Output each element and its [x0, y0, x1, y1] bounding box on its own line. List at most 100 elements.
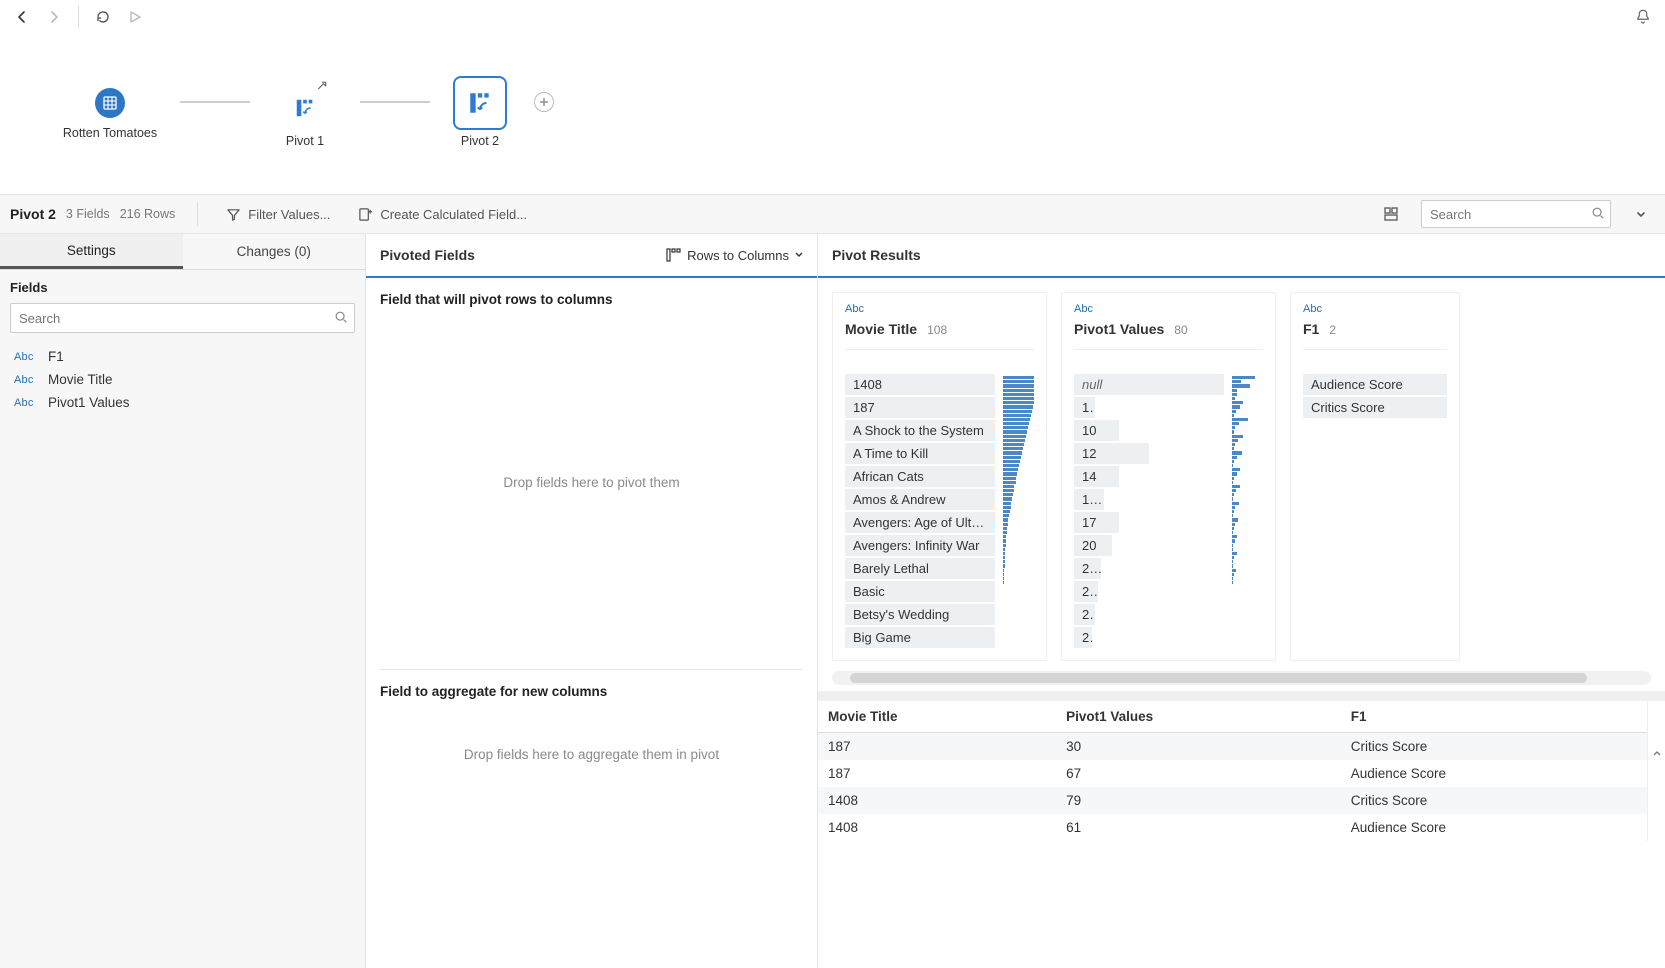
card-field-name: Pivot1 Values [1074, 321, 1164, 337]
field-name: Movie Title [48, 372, 113, 387]
table-cell: Critics Score [1341, 787, 1648, 814]
card-value-item[interactable]: Avengers: Age of Ultron [845, 512, 995, 533]
field-name: F1 [48, 349, 64, 364]
datasource-icon [95, 88, 125, 118]
card-value-item[interactable]: 15 [1074, 489, 1104, 510]
flow-connector [360, 101, 430, 103]
card-value-item[interactable]: 14 [1074, 466, 1119, 487]
card-value-item[interactable]: 187 [845, 397, 995, 418]
card-field-name: F1 [1303, 321, 1319, 337]
cards-horizontal-scrollbar[interactable] [832, 671, 1651, 685]
type-abc-icon: Abc [845, 303, 1034, 315]
notifications-button[interactable] [1629, 3, 1657, 31]
action-bar-divider [197, 202, 198, 226]
create-calc-label: Create Calculated Field... [380, 207, 527, 222]
result-card[interactable]: Abc F1 2 Audience ScoreCritics Score [1290, 292, 1460, 661]
table-header[interactable]: Movie Title [818, 701, 1056, 733]
results-search-input[interactable] [1421, 200, 1611, 228]
results-cards-row: Abc Movie Title108 1408187A Shock to the S… [818, 278, 1665, 669]
sidebar: Settings Changes (0) Fields AbcF1 AbcMov… [0, 234, 366, 968]
card-value-item[interactable]: A Time to Kill [845, 443, 995, 464]
card-value-item[interactable]: 1 [1074, 397, 1095, 418]
card-value-item[interactable]: 22 [1074, 581, 1098, 602]
card-value-item[interactable]: Amos & Andrew [845, 489, 995, 510]
dropzone-hint: Drop fields here to pivot them [503, 475, 679, 490]
flow-node-source[interactable]: Rotten Tomatoes [40, 88, 180, 141]
field-item[interactable]: AbcPivot1 Values [12, 391, 353, 414]
pivoted-fields-title: Pivoted Fields [380, 247, 475, 263]
back-button[interactable] [8, 3, 36, 31]
card-value-item[interactable]: 17 [1074, 512, 1119, 533]
filter-icon [226, 207, 241, 222]
card-value-item[interactable]: 12 [1074, 443, 1149, 464]
forward-button[interactable] [40, 3, 68, 31]
top-toolbar [0, 0, 1665, 34]
table-cell: Critics Score [1341, 733, 1648, 761]
field-item[interactable]: AbcMovie Title [12, 368, 353, 391]
table-cell: Audience Score [1341, 814, 1648, 841]
table-header[interactable]: Pivot1 Values [1056, 701, 1341, 733]
table-header[interactable]: F1 [1341, 701, 1648, 733]
type-abc-icon: Abc [14, 397, 38, 409]
calc-field-icon [358, 207, 373, 222]
create-calculated-field-button[interactable]: Create Calculated Field... [352, 203, 533, 226]
view-toggle-button[interactable] [1377, 202, 1405, 226]
card-value-item[interactable]: Basic [845, 581, 995, 602]
card-value-item[interactable]: Big Game [845, 627, 995, 648]
card-title: Movie Title108 [845, 321, 1034, 350]
card-value-item[interactable]: 10 [1074, 420, 1119, 441]
fields-search-input[interactable] [10, 303, 355, 333]
run-flow-button[interactable] [121, 3, 149, 31]
table-row[interactable]: 140861Audience Score [818, 814, 1647, 841]
card-title: Pivot1 Values80 [1074, 321, 1263, 350]
flow-node-pivot1[interactable]: Pivot 1 [250, 80, 360, 149]
fields-heading: Fields [10, 280, 355, 295]
tab-settings[interactable]: Settings [0, 234, 183, 269]
flow-canvas[interactable]: Rotten Tomatoes Pivot 1 Pivot 2 [0, 34, 1665, 194]
card-value-item[interactable]: Betsy's Wedding [845, 604, 995, 625]
card-value-count: 2 [1329, 323, 1336, 337]
results-search [1421, 200, 1611, 228]
field-item[interactable]: AbcF1 [12, 345, 353, 368]
rows-count: 216 Rows [120, 207, 176, 221]
collapse-toggle[interactable] [1627, 204, 1655, 224]
pivot-agg-dropzone[interactable]: Drop fields here to aggregate them in pi… [380, 709, 803, 799]
card-value-item[interactable]: 23 [1074, 604, 1095, 625]
table-row[interactable]: 140879Critics Score [818, 787, 1647, 814]
type-abc-icon: Abc [1303, 303, 1447, 315]
table-cell: Audience Score [1341, 760, 1648, 787]
pivot-results-panel: Pivot Results AbcMovie Title1081408187A … [818, 234, 1665, 968]
tab-changes[interactable]: Changes (0) [183, 234, 366, 269]
card-value-item[interactable]: Barely Lethal [845, 558, 995, 579]
pivot-rows-dropzone[interactable]: Drop fields here to pivot them [380, 317, 803, 647]
table-row[interactable]: 18767Audience Score [818, 760, 1647, 787]
result-card[interactable]: AbcPivot1 Values80null110121415172021222… [1061, 292, 1276, 661]
card-title: F1 2 [1303, 321, 1447, 350]
distribution-sparkline [1232, 374, 1263, 650]
add-step-button[interactable] [534, 92, 554, 112]
refresh-button[interactable] [89, 3, 117, 31]
table-row[interactable]: 18730Critics Score [818, 733, 1647, 761]
card-value-item[interactable]: Critics Score [1303, 397, 1447, 418]
filter-values-label: Filter Values... [248, 207, 330, 222]
table-vertical-scrollbar[interactable] [1647, 701, 1665, 841]
card-value-item[interactable]: 20 [1074, 535, 1112, 556]
result-card[interactable]: Abc Movie Title108 1408187A Shock to the S… [832, 292, 1047, 661]
card-value-item[interactable]: 21 [1074, 558, 1101, 579]
filter-values-button[interactable]: Filter Values... [220, 203, 336, 226]
table-cell: 187 [818, 733, 1056, 761]
card-value-item[interactable]: African Cats [845, 466, 995, 487]
card-value-item[interactable]: A Shock to the System [845, 420, 995, 441]
toolbar-divider [78, 6, 79, 28]
flow-node-pivot2[interactable]: Pivot 2 [430, 80, 530, 149]
card-value-item[interactable]: null [1074, 374, 1224, 395]
card-value-item[interactable]: Audience Score [1303, 374, 1447, 395]
card-value-item[interactable]: Avengers: Infinity War [845, 535, 995, 556]
layout-icon [1383, 206, 1399, 222]
card-value-item[interactable]: 1408 [845, 374, 995, 395]
card-value-item[interactable]: 24 [1074, 627, 1092, 648]
sidebar-tabs: Settings Changes (0) [0, 234, 365, 270]
work-area: Settings Changes (0) Fields AbcF1 AbcMov… [0, 234, 1665, 968]
card-field-name: Movie Title [845, 321, 917, 337]
rows-to-columns-dropdown[interactable]: Rows to Columns [665, 247, 803, 263]
